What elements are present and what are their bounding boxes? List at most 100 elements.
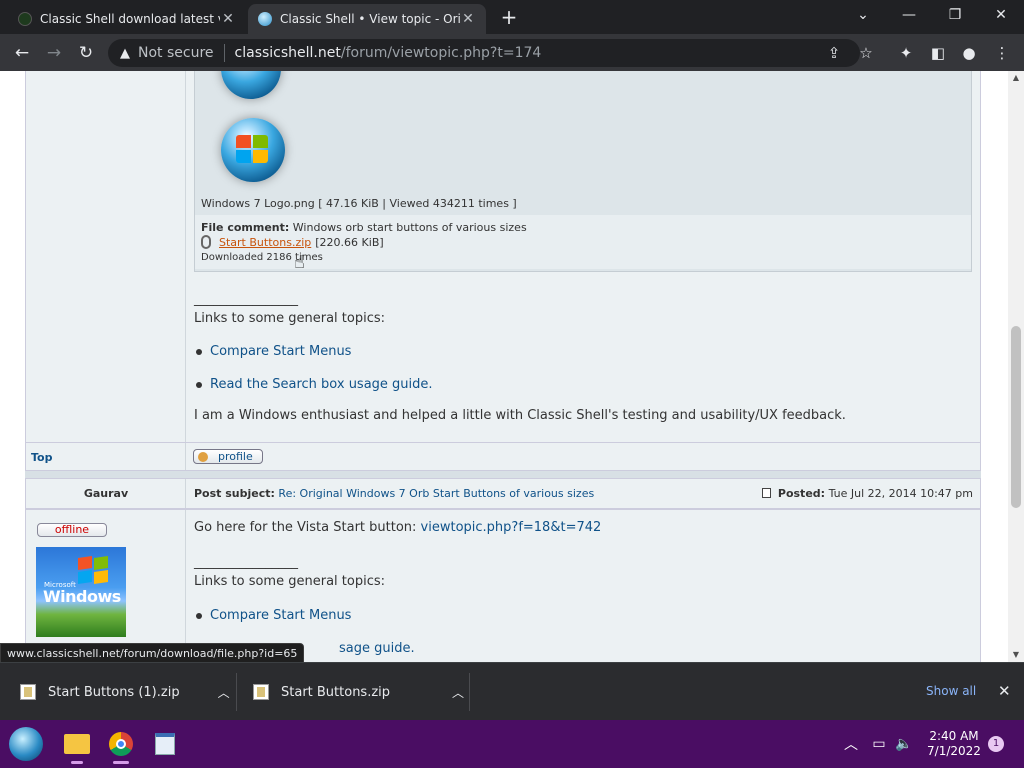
user-icon — [198, 451, 208, 462]
clock-date: 7/1/2022 — [927, 744, 981, 758]
tab-search-chevron-icon[interactable]: ⌄ — [840, 4, 886, 28]
post-separator — [25, 471, 981, 478]
signature-rule: ________________ — [194, 555, 298, 570]
tab-favicon-icon — [258, 12, 272, 26]
bullet-icon — [196, 348, 202, 355]
download-item[interactable]: Start Buttons.zip ︿ — [253, 663, 464, 721]
file-comment-area: File comment: Windows orb start buttons … — [195, 215, 971, 269]
compare-start-menus-link[interactable]: Compare Start Menus — [210, 608, 351, 623]
back-arrow-icon[interactable]: ← — [9, 40, 35, 66]
subject-link[interactable]: Re: Original Windows 7 Orb Start Buttons… — [278, 487, 594, 500]
file-explorer-button[interactable] — [59, 726, 95, 764]
chevron-up-tray-icon[interactable]: ︿ — [842, 720, 860, 768]
tab-view-topic[interactable]: Classic Shell • View topic - Origin ✕ — [248, 4, 486, 34]
volume-icon[interactable]: 🔈 — [893, 720, 915, 768]
address-bar[interactable]: ▲ Not secure classicshell.net /forum/vie… — [108, 39, 860, 67]
downloads-prefix: Downloaded — [201, 252, 264, 263]
profile-avatar-icon[interactable]: ● — [958, 42, 980, 64]
windows-orb-image-partial — [221, 71, 281, 99]
side-panel-icon[interactable]: ◧ — [927, 42, 949, 64]
running-indicator — [71, 761, 83, 764]
divider — [236, 673, 237, 711]
post-body-line: Go here for the Vista Start button: view… — [194, 520, 601, 535]
post-icon[interactable] — [762, 488, 772, 498]
downloads-shelf: Start Buttons (1).zip ︿ Start Buttons.zi… — [0, 662, 1024, 720]
signature-rule: ________________ — [194, 292, 298, 307]
notification-badge[interactable]: 1 — [988, 736, 1004, 752]
chevron-up-icon[interactable]: ︿ — [452, 684, 464, 701]
post-1: Windows 7 Logo.png [ 47.16 KiB | Viewed … — [25, 71, 981, 452]
start-orb-icon — [9, 727, 43, 761]
bullet-icon — [196, 612, 202, 619]
zip-file-icon — [253, 684, 269, 700]
minimize-icon[interactable]: — — [886, 4, 932, 28]
download-item[interactable]: Start Buttons (1).zip ︿ — [20, 663, 230, 721]
scrollbar-thumb[interactable] — [1011, 326, 1021, 508]
show-all-button[interactable]: Show all — [926, 684, 976, 698]
top-link[interactable]: Top — [31, 451, 52, 464]
browser-toolbar: ← → ↻ ▲ Not secure classicshell.net /for… — [0, 34, 1024, 71]
close-shelf-icon[interactable]: ✕ — [998, 682, 1011, 700]
vista-start-button-link[interactable]: viewtopic.php?f=18&t=742 — [421, 520, 602, 535]
app-button[interactable] — [147, 726, 183, 762]
new-tab-icon[interactable]: + — [496, 6, 522, 30]
not-secure-label[interactable]: Not secure — [138, 45, 214, 61]
scroll-down-icon[interactable]: ▼ — [1008, 648, 1024, 662]
menu-kebab-icon[interactable]: ⋮ — [991, 42, 1013, 64]
warning-triangle-icon[interactable]: ▲ — [120, 46, 130, 61]
scroll-up-icon[interactable]: ▲ — [1008, 71, 1024, 85]
zip-file-icon — [20, 684, 36, 700]
list-item: Read the Search box usage guide. — [196, 377, 433, 392]
post-1-footer: Top — [25, 442, 981, 471]
signature-text: I am a Windows enthusiast and helped a l… — [194, 408, 846, 423]
file-comment-text: Windows orb start buttons of various siz… — [292, 221, 527, 234]
tab-favicon-icon — [18, 12, 32, 26]
post-2: Go here for the Vista Start button: view… — [25, 509, 981, 662]
post-2-header: Gaurav Post subject: Re: Original Window… — [25, 478, 981, 509]
tab-title: Classic Shell download latest ver — [40, 12, 220, 26]
list-item: Compare Start Menus — [196, 608, 351, 623]
signature-intro: Links to some general topics: — [194, 574, 385, 589]
downloads-count: 2186 — [266, 252, 292, 263]
list-item: Compare Start Menus — [196, 344, 351, 359]
attachment-download-link[interactable]: Start Buttons.zip — [219, 236, 311, 249]
file-comment-label: File comment: — [201, 221, 290, 234]
post-2-author-cell: Gaurav — [26, 479, 186, 508]
share-icon[interactable]: ⇪ — [823, 42, 845, 64]
clock[interactable]: 2:40 AM 7/1/2022 — [922, 720, 986, 768]
windows-xp-flag-icon — [78, 556, 110, 585]
attachment-box: Windows 7 Logo.png [ 47.16 KiB | Viewed … — [194, 71, 972, 272]
compare-start-menus-link[interactable]: Compare Start Menus — [210, 344, 351, 359]
chrome-button[interactable] — [103, 726, 139, 764]
extensions-puzzle-icon[interactable]: ✦ — [895, 42, 917, 64]
close-tab-icon[interactable]: ✕ — [220, 11, 236, 27]
post-author[interactable]: Gaurav — [26, 487, 186, 500]
forward-arrow-icon[interactable]: → — [41, 40, 67, 66]
posted-date: Tue Jul 22, 2014 10:47 pm — [828, 487, 973, 500]
close-window-icon[interactable]: ✕ — [978, 4, 1024, 28]
search-guide-link-partial[interactable]: sage guide. — [339, 641, 415, 656]
profile-button[interactable]: profile — [193, 449, 263, 464]
windows-orb-image[interactable] — [221, 118, 285, 182]
tab-classic-shell-download[interactable]: Classic Shell download latest ver ✕ — [8, 4, 246, 34]
app-window-icon — [155, 733, 175, 755]
page-scrollbar[interactable]: ▲ ▼ — [1008, 71, 1024, 662]
paperclip-icon — [201, 235, 211, 249]
avatar: Microsoft Windows — [36, 547, 126, 637]
forum-page: Windows 7 Logo.png [ 47.16 KiB | Viewed … — [0, 71, 1008, 662]
network-icon[interactable]: ▭ — [868, 720, 890, 768]
status-url-bubble: www.classicshell.net/forum/download/file… — [0, 643, 305, 663]
windows-flag-icon — [236, 135, 270, 165]
restore-icon[interactable]: ❐ — [932, 4, 978, 28]
search-guide-link[interactable]: Read the Search box usage guide. — [210, 377, 433, 392]
hand-cursor-icon: ☝ — [294, 252, 305, 273]
image-caption: Windows 7 Logo.png [ 47.16 KiB | Viewed … — [201, 197, 517, 210]
reload-icon[interactable]: ↻ — [73, 40, 99, 66]
chevron-up-icon[interactable]: ︿ — [218, 684, 230, 701]
tab-title: Classic Shell • View topic - Origin — [280, 12, 460, 26]
close-tab-icon[interactable]: ✕ — [460, 11, 476, 27]
divider — [469, 673, 470, 711]
start-orb-button[interactable] — [8, 726, 44, 762]
bullet-icon — [196, 381, 202, 388]
bookmark-star-icon[interactable]: ☆ — [855, 42, 877, 64]
